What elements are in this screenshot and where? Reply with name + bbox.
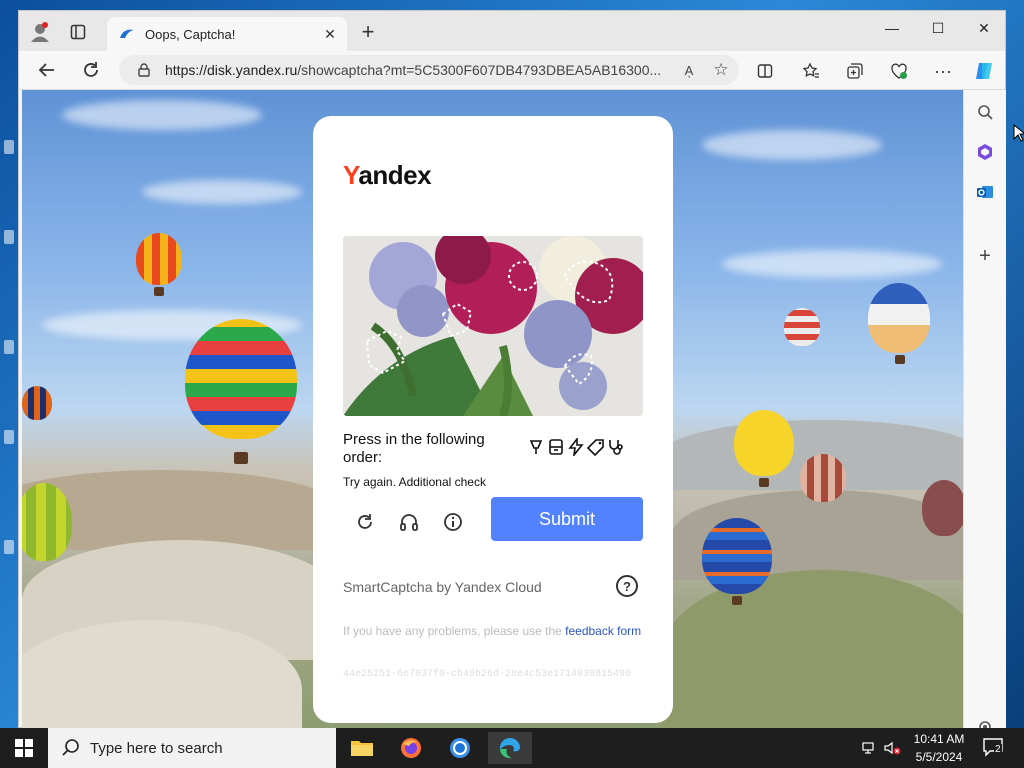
info-icon[interactable] [437, 506, 469, 538]
captcha-image[interactable] [343, 236, 643, 416]
captcha-card: Yandex Press in the following order: Try… [313, 116, 673, 723]
stethoscope-icon [607, 438, 625, 456]
favorite-star-icon[interactable]: ☆ [709, 60, 733, 80]
firefox-icon[interactable] [389, 732, 433, 764]
favorites-icon[interactable] [799, 59, 823, 83]
tag-icon [586, 438, 605, 457]
submit-button[interactable]: Submit [491, 497, 643, 541]
icon-sequence [527, 436, 625, 458]
lamp-icon [527, 438, 545, 456]
brand-text: SmartCaptcha by Yandex Cloud [343, 579, 542, 595]
chrome-icon[interactable] [438, 732, 482, 764]
title-bar: Oops, Captcha! ✕ + — ☐ ✕ [19, 11, 1005, 51]
url-host: https://disk.yandex.ru [165, 62, 298, 78]
address-bar[interactable]: https://disk.yandex.ru/showcaptcha?mt=5C… [119, 55, 739, 85]
search-icon[interactable] [973, 100, 997, 124]
copilot-icon[interactable] [973, 59, 997, 83]
maximize-button[interactable]: ☐ [915, 11, 961, 45]
yandex-logo: Yandex [343, 160, 432, 190]
clock-time: 10:41 AM [913, 732, 965, 746]
feedback-prefix: If you have any problems, please use the [343, 624, 566, 638]
search-placeholder: Type here to search [90, 739, 223, 757]
error-message: Try again. Additional check [343, 475, 486, 489]
feedback-link[interactable]: feedback form [565, 624, 641, 638]
refresh-captcha-icon[interactable] [349, 506, 381, 538]
yandex-disk-favicon-icon [120, 29, 134, 38]
close-window-button[interactable]: ✕ [961, 11, 1007, 45]
edge-icon[interactable] [488, 732, 532, 764]
refresh-icon[interactable] [77, 56, 105, 84]
notification-center-icon[interactable]: 2 [982, 736, 1004, 758]
page-viewport: Yandex Press in the following order: Try… [22, 90, 963, 729]
new-tab-button[interactable]: + [355, 19, 381, 45]
browser-essentials-icon[interactable] [887, 59, 911, 83]
add-sidebar-app-icon[interactable]: + [973, 244, 997, 268]
search-icon [62, 739, 79, 756]
taskbar: Type here to search 10:41 AM 5/5/2024 2 [0, 728, 1024, 768]
tab-actions-icon[interactable] [65, 19, 91, 45]
volume-muted-icon[interactable] [884, 728, 902, 768]
tab-title: Oops, Captcha! [145, 26, 236, 42]
audio-captcha-icon[interactable] [393, 506, 425, 538]
system-clock[interactable]: 10:41 AM 5/5/2024 [904, 730, 974, 766]
navigation-toolbar: https://disk.yandex.ru/showcaptcha?mt=5C… [19, 51, 1005, 90]
more-menu-icon[interactable]: ··· [931, 59, 955, 83]
edge-sidebar: + [963, 90, 1006, 733]
lock-icon[interactable] [137, 63, 151, 77]
file-explorer-icon[interactable] [340, 732, 384, 764]
windows-logo-icon [15, 739, 33, 757]
clock-date: 5/5/2024 [915, 750, 963, 764]
back-icon[interactable] [33, 56, 61, 84]
feedback-text: If you have any problems, please use the… [343, 623, 643, 639]
lightning-icon [567, 436, 585, 458]
browser-window: Oops, Captcha! ✕ + — ☐ ✕ https://disk.ya… [18, 10, 1006, 733]
desktop-icons[interactable] [0, 120, 18, 590]
start-button[interactable] [0, 728, 48, 768]
office-icon[interactable] [973, 140, 997, 164]
profile-icon[interactable] [27, 19, 53, 45]
minimize-button[interactable]: — [869, 11, 915, 45]
collections-icon[interactable] [843, 59, 867, 83]
outlook-icon[interactable] [973, 180, 997, 204]
url-text[interactable]: https://disk.yandex.ru/showcaptcha?mt=5C… [165, 62, 677, 78]
network-icon[interactable] [862, 728, 878, 768]
notification-count: 2 [994, 744, 1002, 755]
taskbar-search[interactable]: Type here to search [48, 728, 336, 768]
tab-close-icon[interactable]: ✕ [319, 26, 341, 43]
request-id: 44e25251-6e7037f9-cb49b26d-28e4c53e17149… [343, 669, 632, 680]
url-path: /showcaptcha?mt=5C5300F607DB4793DBEA5AB1… [297, 62, 662, 78]
help-icon[interactable]: ? [616, 575, 638, 597]
split-screen-icon[interactable] [753, 59, 777, 83]
tab-captcha[interactable]: Oops, Captcha! ✕ [107, 17, 347, 51]
instruction-text: Press in the following order: [343, 431, 485, 466]
archive-icon [547, 438, 565, 456]
read-aloud-icon[interactable]: Aͅ [677, 63, 701, 78]
